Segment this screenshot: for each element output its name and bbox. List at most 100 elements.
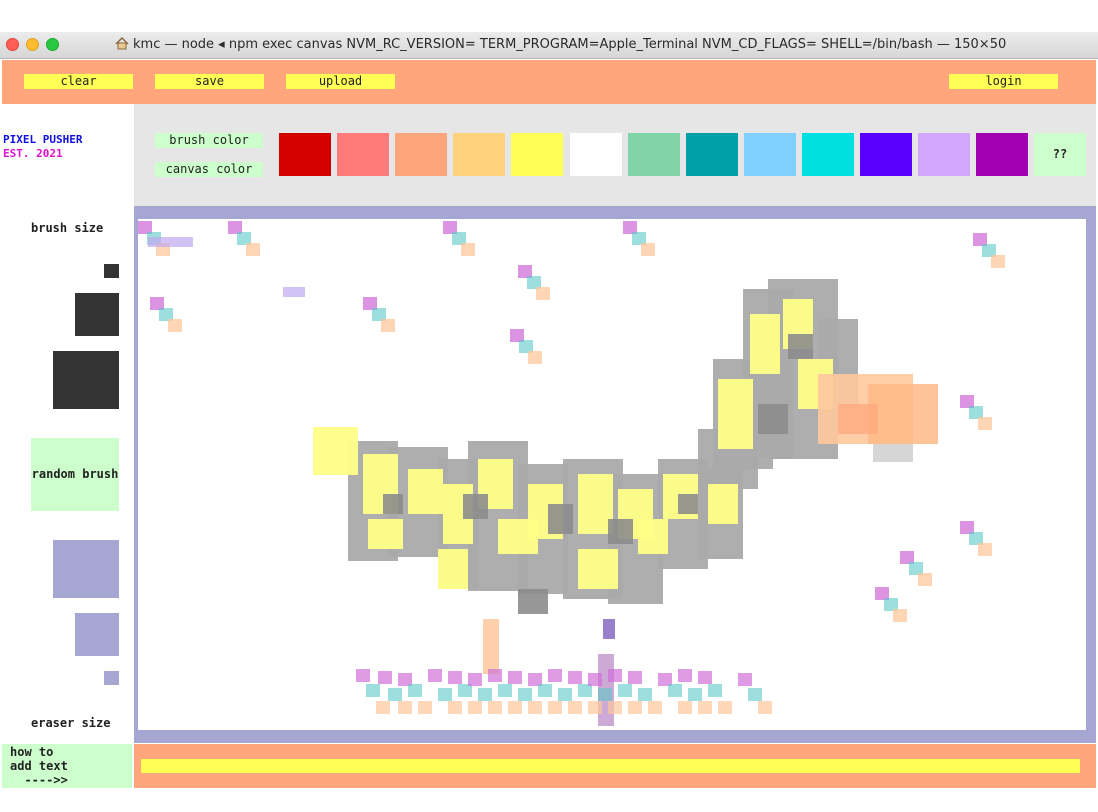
canvas-color-button[interactable]: canvas color	[155, 162, 263, 177]
eraser-size-label: eraser size	[31, 716, 111, 730]
pixel-stroke	[608, 519, 633, 544]
save-button[interactable]: save	[155, 74, 264, 89]
pixel-stroke	[648, 701, 662, 714]
brush-color-button[interactable]: brush color	[155, 133, 263, 148]
drawing-canvas[interactable]	[138, 219, 1086, 730]
pixel-stroke	[408, 684, 422, 697]
pixel-stroke	[548, 669, 562, 682]
pixel-stroke	[603, 619, 615, 639]
pixel-stroke	[468, 701, 482, 714]
pixel-stroke	[548, 701, 562, 714]
pixel-stroke	[568, 701, 582, 714]
pixel-stroke	[498, 684, 512, 697]
pixel-stroke	[718, 701, 732, 714]
pixel-stroke	[738, 673, 752, 686]
login-button[interactable]: login	[949, 74, 1058, 89]
pixel-stroke	[528, 351, 542, 364]
pixel-stroke	[418, 701, 432, 714]
pixel-stroke	[868, 384, 938, 444]
pixel-stroke	[378, 671, 392, 684]
color-swatch[interactable]	[918, 133, 971, 176]
pixel-stroke	[438, 688, 452, 701]
pixel-stroke	[708, 684, 722, 697]
app-logo: PIXEL PUSHER EST. 2021	[3, 133, 82, 161]
eraser-size-medium[interactable]	[75, 613, 119, 656]
pixel-stroke	[366, 684, 380, 697]
color-swatch[interactable]	[511, 133, 564, 176]
pixel-stroke	[408, 469, 443, 514]
pixel-stroke	[978, 543, 992, 556]
pixel-stroke	[638, 519, 668, 554]
pixel-stroke	[428, 669, 442, 682]
window-title: kmc — node ◂ npm exec canvas NVM_RC_VERS…	[115, 36, 1006, 52]
pixel-stroke	[283, 287, 305, 297]
pixel-stroke	[578, 549, 618, 589]
clear-button[interactable]: clear	[24, 74, 133, 89]
pixel-artwork	[138, 221, 1005, 726]
pixel-stroke	[628, 701, 642, 714]
pixel-stroke	[468, 673, 482, 686]
how-to-add-text-hint: how to add text ---->>	[2, 744, 132, 788]
pixel-stroke	[448, 671, 462, 684]
color-swatch[interactable]	[743, 133, 796, 176]
eraser-size-large[interactable]	[53, 540, 119, 598]
mystery-color-button[interactable]: ??	[1034, 133, 1086, 176]
color-swatch[interactable]	[976, 133, 1029, 176]
pixel-stroke	[758, 404, 788, 434]
pixel-stroke	[538, 684, 552, 697]
color-swatch[interactable]	[801, 133, 854, 176]
pixel-stroke	[168, 319, 182, 332]
pixel-stroke	[678, 494, 698, 514]
upload-button[interactable]: upload	[286, 74, 395, 89]
pixel-stroke	[536, 287, 550, 300]
color-swatch[interactable]	[337, 133, 390, 176]
pixel-stroke	[698, 671, 712, 684]
pixel-stroke	[388, 688, 402, 701]
top-strip	[0, 0, 1098, 32]
pixel-stroke	[488, 701, 502, 714]
minimize-window-button[interactable]	[26, 38, 39, 51]
color-swatch[interactable]	[860, 133, 912, 176]
pixel-stroke	[668, 684, 682, 697]
pixel-stroke	[748, 688, 762, 701]
color-swatch[interactable]	[279, 133, 331, 176]
pixel-stroke	[918, 573, 932, 586]
pixel-stroke	[381, 319, 395, 332]
logo-title: PIXEL PUSHER	[3, 133, 83, 146]
pixel-stroke	[148, 237, 193, 247]
pixel-stroke	[678, 669, 692, 682]
pixel-stroke	[758, 701, 772, 714]
zoom-window-button[interactable]	[46, 38, 59, 51]
howto-line-2: add text	[10, 759, 68, 773]
pixel-stroke	[638, 688, 652, 701]
color-swatch[interactable]	[685, 133, 738, 176]
pixel-stroke	[618, 684, 632, 697]
brush-size-label: brush size	[31, 221, 104, 235]
eraser-size-small[interactable]	[104, 671, 119, 685]
pixel-stroke	[628, 671, 642, 684]
brush-size-medium[interactable]	[75, 293, 119, 336]
pixel-stroke	[718, 379, 753, 449]
top-toolbar: clear save upload login	[2, 60, 1096, 104]
window-title-bar: kmc — node ◂ npm exec canvas NVM_RC_VERS…	[0, 32, 1098, 59]
brush-size-small[interactable]	[104, 264, 119, 278]
pixel-stroke	[788, 334, 813, 359]
pixel-stroke	[588, 673, 602, 686]
pixel-stroke	[548, 504, 573, 534]
color-swatch[interactable]	[569, 133, 622, 176]
pixel-stroke	[518, 589, 548, 614]
color-swatch[interactable]	[627, 133, 680, 176]
brush-size-large[interactable]	[53, 351, 119, 409]
add-text-input[interactable]	[141, 759, 1080, 773]
random-brush-button[interactable]: random brush	[31, 438, 119, 511]
pixel-stroke	[558, 688, 572, 701]
pixel-stroke	[750, 314, 780, 374]
color-swatch[interactable]	[453, 133, 506, 176]
logo-established: EST. 2021	[3, 147, 63, 160]
color-swatch[interactable]	[395, 133, 448, 176]
pixel-stroke	[588, 701, 602, 714]
close-window-button[interactable]	[6, 38, 19, 51]
pixel-stroke	[578, 474, 613, 534]
pixel-stroke	[448, 701, 462, 714]
pixel-stroke	[383, 494, 403, 514]
